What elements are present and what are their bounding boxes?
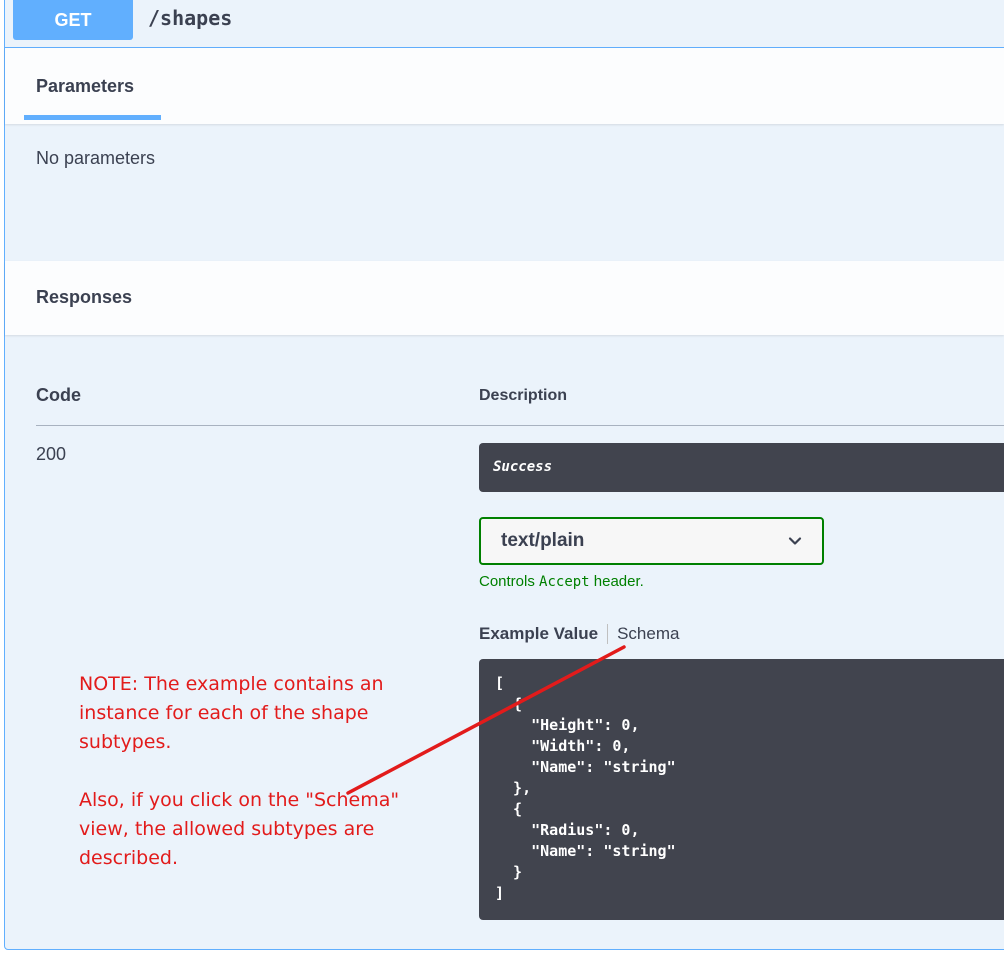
responses-header-bar [5, 261, 1004, 335]
no-parameters-text: No parameters [36, 148, 156, 168]
responses-title: Responses [36, 287, 133, 307]
tab-parameters[interactable]: Parameters [36, 76, 134, 97]
active-tab-indicator [24, 115, 161, 120]
http-method-badge[interactable]: GET [13, 0, 133, 40]
accept-header-hint: Controls Accept header. [479, 573, 644, 590]
response-description-text: Success [493, 459, 553, 475]
hint-code: Accept [539, 574, 590, 590]
column-header-code: Code [36, 385, 81, 405]
endpoint-path[interactable]: /shapes [148, 6, 232, 30]
table-header-divider [36, 425, 1004, 426]
response-description: Success [479, 443, 1004, 492]
parameters-header-bar [5, 48, 1004, 124]
column-header-description: Description [479, 387, 568, 404]
hint-suffix: header. [593, 573, 644, 590]
hint-prefix: Controls [479, 573, 535, 590]
media-type-selected: text/plain [501, 530, 585, 551]
response-code: 200 [36, 444, 67, 464]
annotation-arrow [346, 645, 626, 795]
media-type-select[interactable]: text/plain [479, 517, 824, 565]
chevron-down-icon [788, 537, 802, 545]
